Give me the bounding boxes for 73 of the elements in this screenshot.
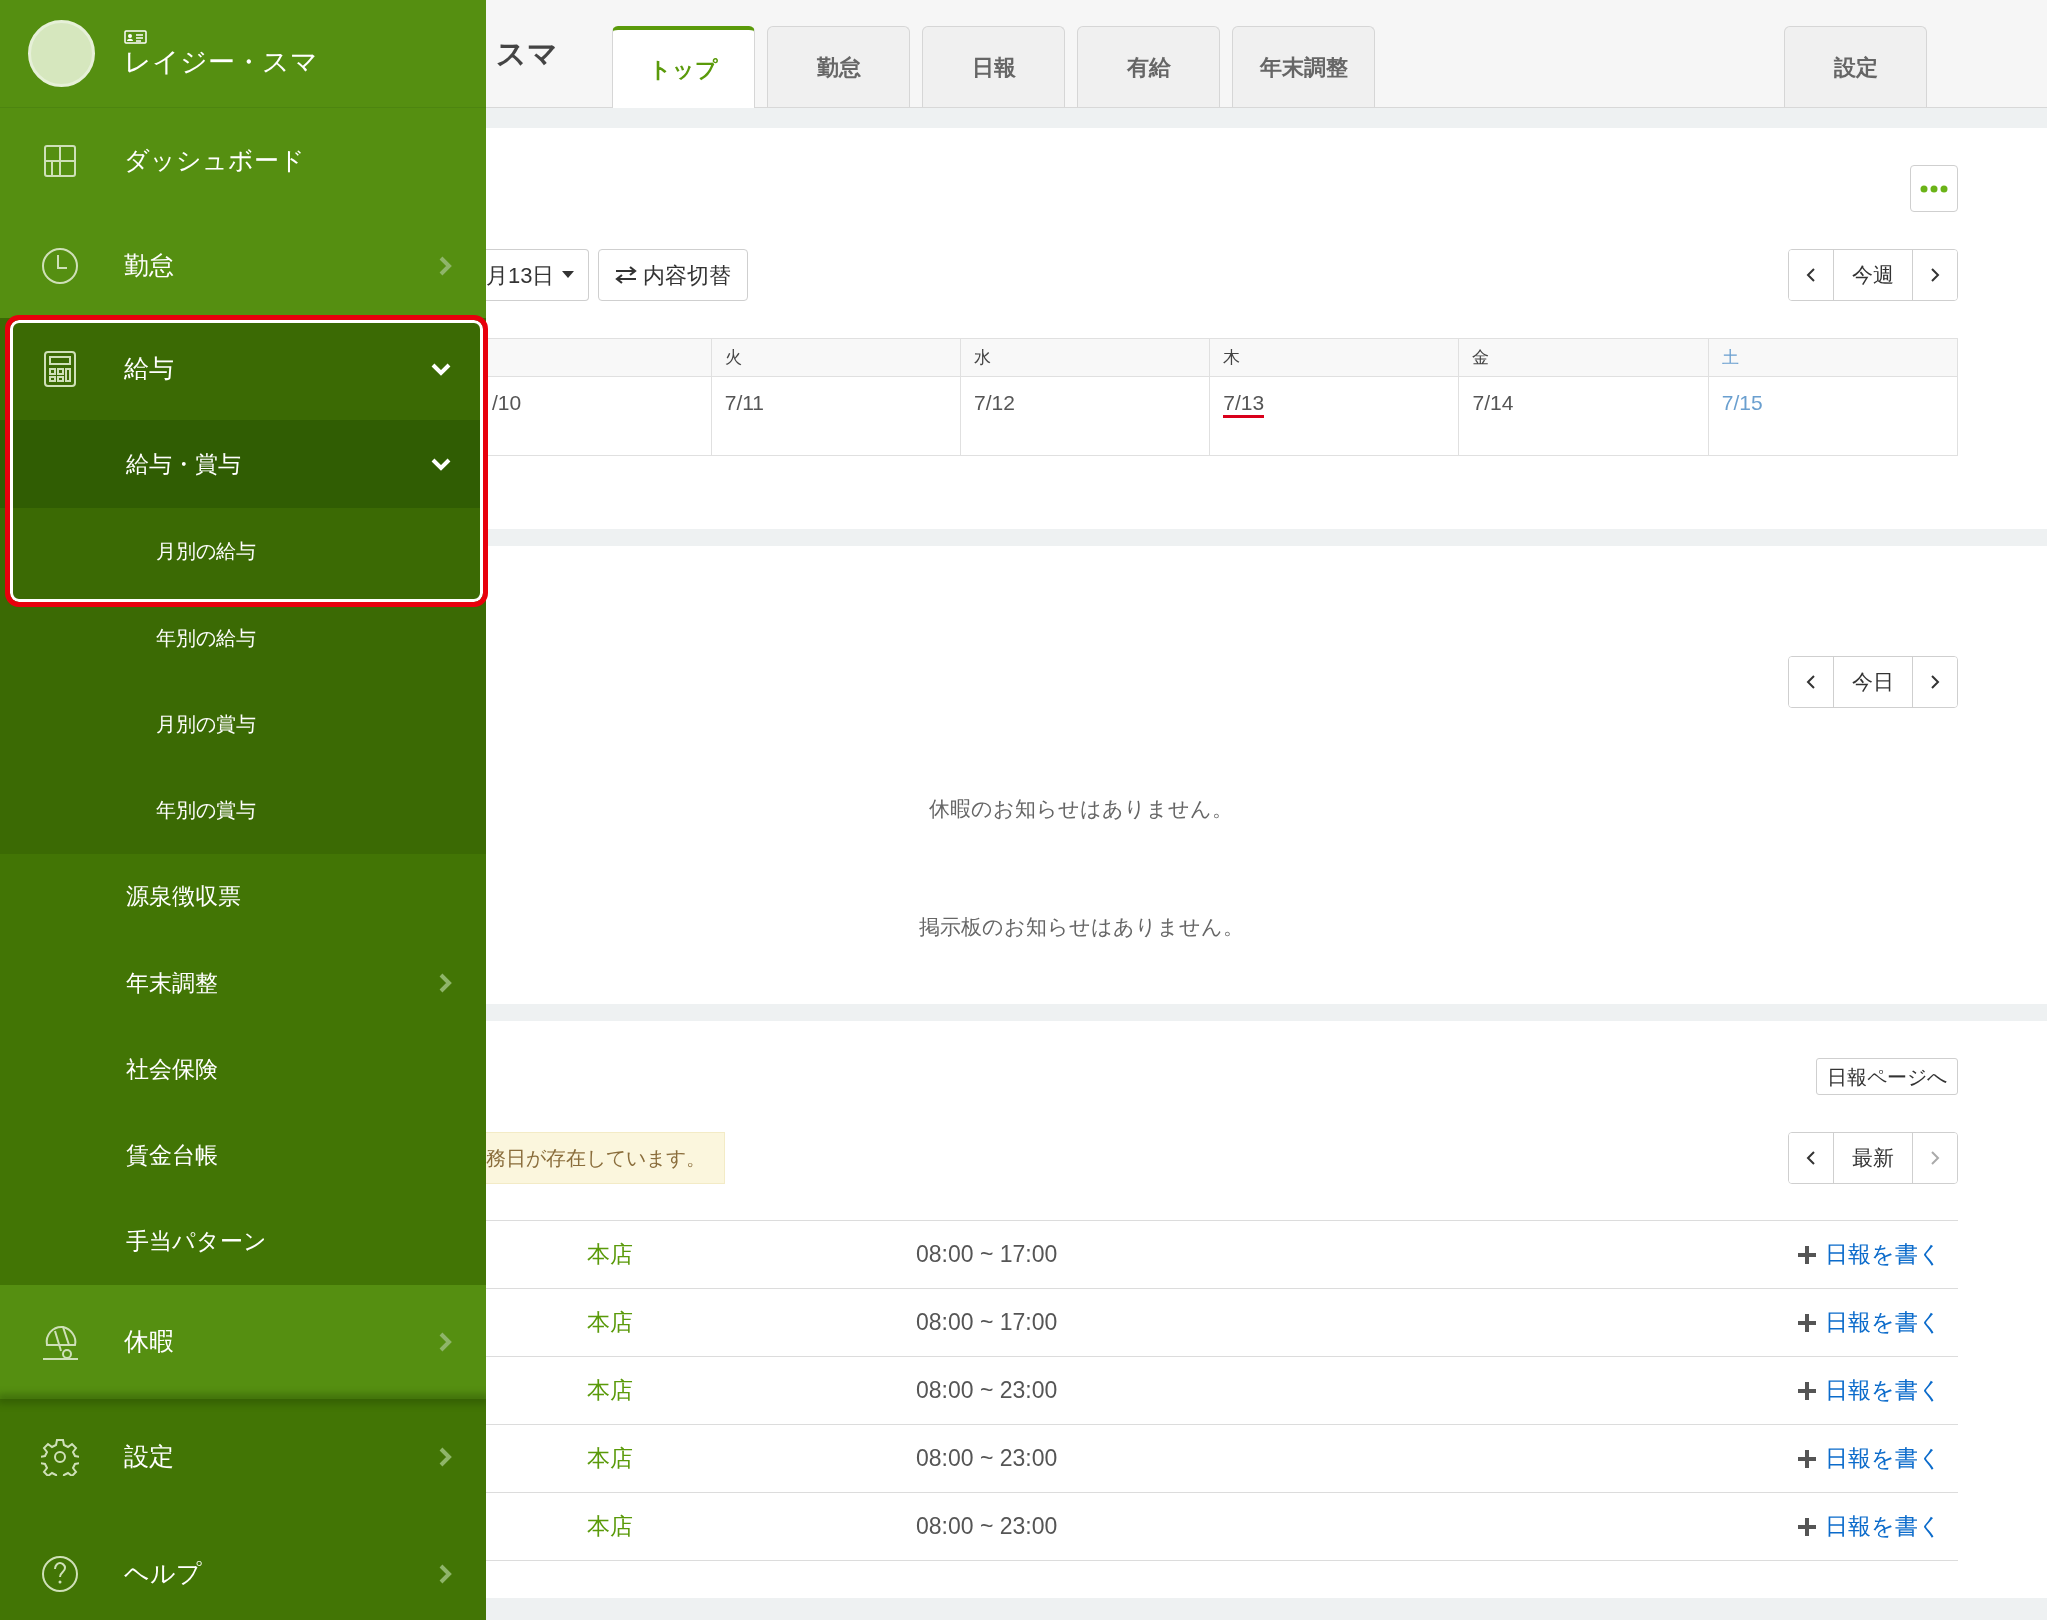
dashboard-icon [43,143,77,178]
tab[interactable]: 有給 [1077,26,1220,107]
report-page-button[interactable]: 日報ページへ [1816,1058,1958,1095]
clock-icon [41,246,79,285]
switch-button[interactable]: 内容切替 [598,249,749,301]
plus-icon [1797,1448,1817,1469]
id-card-icon [124,29,147,44]
store-name: 本店 [587,1240,634,1270]
plus-icon [1797,1380,1817,1401]
chevron-left-icon [1806,1150,1816,1166]
user-name: レイジー・スマ [124,47,318,78]
date-label[interactable]: 7/11 [724,391,765,414]
date-label[interactable]: /10 [492,391,522,414]
shift-hours: 08:00 ~ 23:00 [916,1376,1059,1406]
weekday-label: 土 [1721,347,1739,367]
sidebar-item[interactable]: 年別の給与 [0,594,486,681]
weekday-label: 金 [1472,347,1490,367]
tab[interactable]: 年末調整 [1232,26,1375,107]
tab[interactable]: 設定 [1784,26,1927,107]
date-dropdown[interactable]: 月13日 [486,249,590,301]
chevron-right-icon [1930,674,1940,690]
chevron-right-icon [1930,267,1940,283]
plus-icon [1797,1244,1817,1265]
next-button[interactable] [1912,657,1957,707]
shift-hours: 08:00 ~ 23:00 [916,1512,1059,1542]
write-report-link[interactable]: 日報を書く [1797,1305,1942,1340]
chevron-left-icon [1806,267,1816,283]
plus-icon [1797,1516,1817,1537]
shift-hours: 08:00 ~ 17:00 [916,1308,1059,1338]
help-icon [41,1555,79,1593]
shift-hours: 08:00 ~ 23:00 [916,1444,1059,1474]
date-label[interactable]: 7/14 [1472,391,1514,414]
date-label[interactable]: 7/15 [1721,391,1763,414]
tab[interactable]: 日報 [922,26,1065,107]
shift-hours: 08:00 ~ 17:00 [916,1240,1059,1270]
more-icon [1920,184,1948,193]
write-report-link[interactable]: 日報を書く [1797,1237,1942,1272]
gear-icon [41,1438,79,1476]
write-report-link[interactable]: 日報を書く [1797,1441,1942,1476]
sidebar-item[interactable]: 給与 [0,318,486,420]
write-report-link[interactable]: 日報を書く [1797,1373,1942,1408]
alert-message: 務日が存在しています。 [486,1132,725,1184]
store-name: 本店 [587,1512,634,1542]
company-title: スマ [496,36,559,72]
previous-button[interactable] [1789,1133,1834,1183]
chevron-right-icon [1930,1150,1940,1166]
sidebar-item[interactable]: 月別の賞与 [0,680,486,768]
weekday-label: 火 [724,347,742,367]
weekday-label: 水 [973,347,991,367]
date-label[interactable]: 7/12 [973,391,1015,414]
previous-button[interactable] [1789,657,1834,707]
write-report-link[interactable]: 日報を書く [1797,1509,1942,1544]
store-name: 本店 [587,1444,634,1474]
sidebar-item[interactable]: 休暇 [0,1284,486,1399]
chevron-left-icon [1806,674,1816,690]
store-name: 本店 [587,1308,634,1338]
swap-icon [615,266,638,284]
date-label[interactable]: 7/13 [1223,391,1265,418]
next-button[interactable] [1912,250,1957,300]
sidebar-item[interactable]: 勤怠 [0,213,486,318]
empty-message: 掲示板のお知らせはありません。 [917,914,1245,940]
weekday-label: 木 [1223,347,1241,367]
calculator-icon [43,350,77,388]
previous-button[interactable] [1789,250,1834,300]
empty-message: 休暇のお知らせはありません。 [928,796,1234,822]
sidebar-item[interactable]: ダッシュボード [0,108,486,213]
sidebar-item[interactable]: 年別の賞与 [0,767,486,854]
caret-down-icon [562,271,575,279]
tab[interactable]: 勤怠 [767,26,910,107]
plus-icon [1797,1312,1817,1333]
more-button[interactable] [1910,165,1958,212]
store-name: 本店 [587,1376,634,1406]
tab[interactable]: トップ [612,26,755,108]
